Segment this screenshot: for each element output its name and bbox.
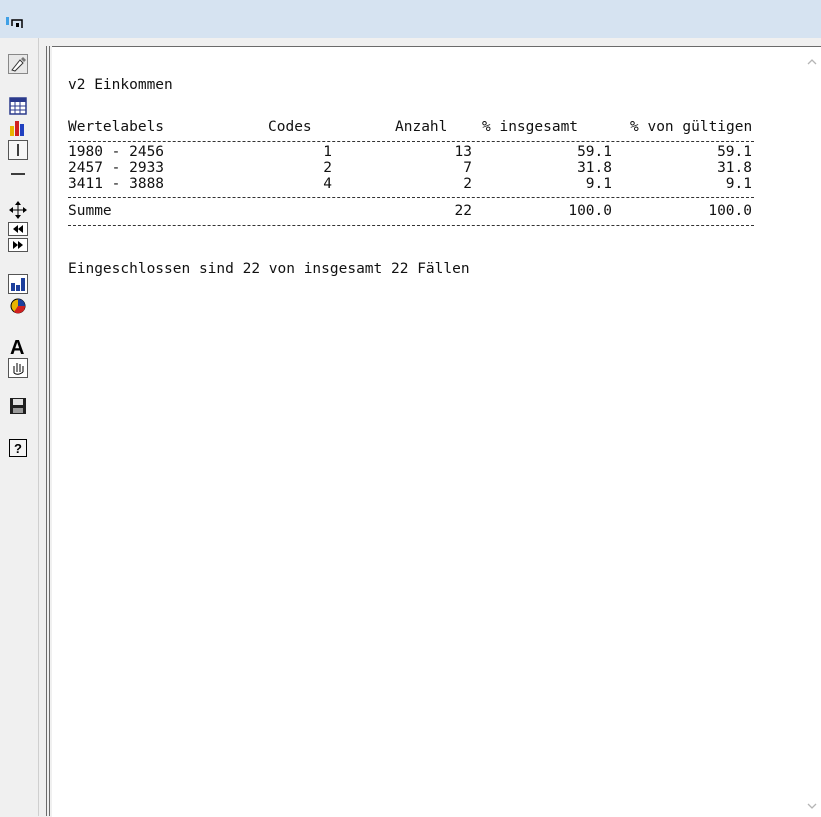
sum-pct-valid: 100.0 [708,203,752,219]
header-pct-gueltig: % von gültigen [630,119,753,135]
row-count: 2 [463,176,472,192]
help-icon[interactable]: ? [8,438,28,458]
cases-note: Eingeschlossen sind 22 von insgesamt 22 … [68,261,470,277]
text-icon[interactable]: A [8,336,28,358]
row-pct-total: 31.8 [577,160,612,176]
row-label: 2457 - 2933 [68,160,165,176]
vertical-line-icon[interactable] [8,140,28,160]
svg-text:?: ? [14,441,22,456]
row-code: 4 [323,176,332,192]
row-count: 13 [454,144,472,160]
svg-text:A: A [10,337,24,358]
bar-chart-icon[interactable] [8,274,28,294]
row-label: 1980 - 2456 [68,144,165,160]
row-pct-total: 59.1 [577,144,612,160]
rewind-icon[interactable] [8,222,28,236]
pie-chart-icon[interactable] [8,296,28,316]
separator-line [68,141,754,142]
row-code: 2 [323,160,332,176]
separator-line [68,197,754,198]
header-codes: Codes [268,119,312,135]
save-icon[interactable] [8,396,28,416]
sum-pct-total: 100.0 [568,203,612,219]
horizontal-line-icon[interactable] [8,162,28,182]
pen-edit-icon[interactable] [8,54,28,74]
scroll-down-icon[interactable] [805,799,819,813]
output-pane: v2 Einkommen Wertelabels Codes Anzahl % … [52,46,821,817]
sum-count: 22 [454,203,472,219]
pane-divider [49,46,50,816]
fast-forward-icon[interactable] [8,238,28,252]
row-count: 7 [463,160,472,176]
row-pct-valid: 9.1 [725,176,752,192]
header-wertelabels: Wertelabels [68,119,165,135]
row-pct-valid: 59.1 [717,144,752,160]
table-view-icon[interactable] [8,96,28,116]
pane-divider [46,46,47,816]
separator-line [68,225,754,226]
header-pct-insgesamt: % insgesamt [482,119,579,135]
title-bar [0,0,821,38]
variable-title: v2 Einkommen [68,77,173,93]
row-label: 3411 - 3888 [68,176,165,192]
row-code: 1 [323,144,332,160]
hand-icon[interactable] [8,358,28,378]
row-pct-valid: 31.8 [717,160,752,176]
chart-window-icon [6,17,23,28]
scroll-up-icon[interactable] [805,55,819,69]
left-toolbar: A ? [0,38,39,816]
row-pct-total: 9.1 [585,176,612,192]
move-arrows-icon[interactable] [8,200,28,220]
bar-chart-color-icon[interactable] [8,118,28,138]
header-anzahl: Anzahl [395,119,448,135]
sum-label: Summe [68,203,112,219]
